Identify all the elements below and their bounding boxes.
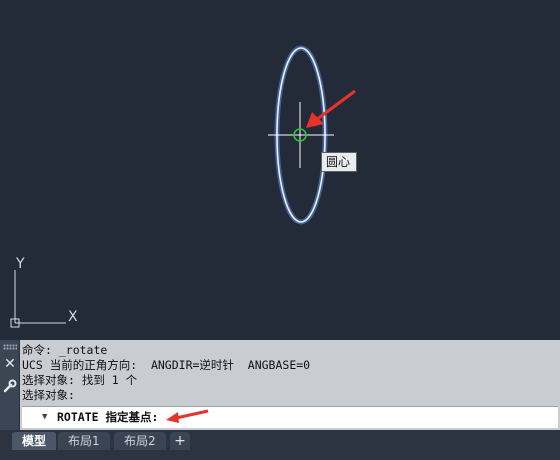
- layout-tab-bar: 模型 布局1 布局2 +: [0, 430, 560, 460]
- close-icon[interactable]: ✕: [2, 356, 18, 372]
- history-line: UCS 当前的正角方向: ANGDIR=逆时针 ANGBASE=0: [22, 358, 311, 372]
- chevron-down-icon[interactable]: ▼: [42, 407, 47, 428]
- drag-grip-icon[interactable]: [3, 344, 17, 350]
- ucs-x-label: X: [68, 309, 78, 325]
- command-prompt: ROTATE 指定基点:: [57, 410, 159, 424]
- snap-tooltip: 圆心: [321, 152, 357, 172]
- ucs-y-label: Y: [15, 256, 25, 272]
- command-history: 命令: _rotate UCS 当前的正角方向: ANGDIR=逆时针 ANGB…: [22, 343, 558, 405]
- tab-layout1[interactable]: 布局1: [58, 432, 110, 450]
- add-layout-button[interactable]: +: [170, 432, 190, 450]
- tab-layout2[interactable]: 布局2: [114, 432, 166, 450]
- history-line: 命令: _rotate: [22, 343, 108, 357]
- command-input[interactable]: ▼ ROTATE 指定基点:: [22, 406, 558, 428]
- history-line: 选择对象: 找到 1 个: [22, 373, 138, 387]
- history-line: 选择对象:: [22, 388, 75, 402]
- command-line-side-strip: ✕: [0, 340, 20, 430]
- command-line-panel: ✕ 命令: _rotate UCS 当前的正角方向: ANGDIR=逆时针 AN…: [0, 340, 560, 430]
- tab-model[interactable]: 模型: [12, 432, 57, 450]
- canvas-graphics: Y X: [10, 45, 356, 328]
- drawing-canvas[interactable]: Y X 圆心: [0, 0, 560, 340]
- wrench-icon[interactable]: [2, 378, 18, 394]
- red-arrow-prompt-icon: [166, 409, 209, 423]
